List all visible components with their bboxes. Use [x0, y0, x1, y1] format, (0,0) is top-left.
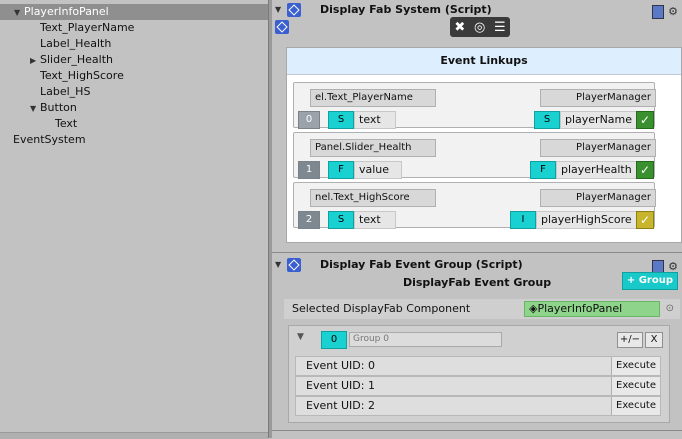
hierarchy-item-label: Text_PlayerName — [40, 21, 135, 34]
selected-component-value: PlayerInfoPanel — [537, 302, 623, 315]
hierarchy-item-label: Slider_Health — [40, 53, 113, 66]
linkup-source: Panel.Slider_Health — [310, 139, 436, 157]
source-type-badge[interactable]: F — [328, 161, 354, 179]
linkup-row: el.Text_PlayerName PlayerManager 0 S tex… — [293, 82, 656, 129]
source-field[interactable]: text — [354, 111, 396, 129]
linkup-target: PlayerManager — [540, 139, 656, 157]
hierarchy-item-label-health[interactable]: Label_Health — [40, 36, 111, 52]
expand-icon[interactable]: ▼ — [0, 5, 24, 21]
collapse-icon[interactable]: ▶ — [30, 53, 40, 69]
fold-icon[interactable]: ▼ — [275, 256, 281, 274]
selected-component-field[interactable]: ◈PlayerInfoPanel — [524, 301, 660, 317]
status-warning-icon: ✓ — [636, 211, 654, 229]
close-group-button[interactable]: X — [645, 332, 663, 348]
hierarchy-panel: ▼ PlayerInfoPanel Text_PlayerName Label_H… — [0, 0, 268, 439]
header-icons: ⚙ — [652, 3, 678, 21]
inspector-panel: ▼ Display Fab System (Script) ⚙ ✖ ◎ ☰ Ev… — [272, 0, 682, 438]
script-icon — [287, 258, 301, 272]
target-icon[interactable]: ◎ — [474, 20, 485, 35]
hierarchy-item-label: Label_HS — [40, 85, 91, 98]
target-type-badge[interactable]: S — [534, 111, 560, 129]
target-field[interactable]: playerName — [560, 111, 638, 129]
event-row: Event UID: 1 Execute — [295, 376, 661, 396]
source-type-badge[interactable]: S — [328, 211, 354, 229]
group-index-badge: 0 — [321, 331, 347, 349]
event-label: Event UID: 2 — [306, 399, 375, 412]
event-label: Event UID: 1 — [306, 379, 375, 392]
hierarchy-item-slider-health[interactable]: ▶ Slider_Health — [30, 52, 113, 68]
hierarchy-item-button[interactable]: ▼ Button — [30, 100, 77, 116]
hierarchy-item-label: Label_Health — [40, 37, 112, 50]
target-type-badge[interactable]: F — [530, 161, 556, 179]
linkup-index: 2 — [298, 211, 320, 229]
hierarchy-item-label: Text — [55, 117, 78, 130]
event-row: Event UID: 2 Execute — [295, 396, 661, 416]
component-divider — [272, 430, 682, 431]
target-field[interactable]: playerHighScore — [536, 211, 638, 229]
execute-button[interactable]: Execute — [611, 357, 660, 375]
linkup-target: PlayerManager — [540, 189, 656, 207]
linkup-row: Panel.Slider_Health PlayerManager 1 F va… — [293, 132, 656, 179]
hierarchy-item-label: Text_HighScore — [40, 69, 124, 82]
group-name-input[interactable]: Group 0 — [349, 332, 502, 347]
gear-icon[interactable]: ⚙ — [668, 5, 678, 18]
status-ok-icon: ✓ — [636, 111, 654, 129]
source-type-badge[interactable]: S — [328, 111, 354, 129]
execute-button[interactable]: Execute — [611, 377, 660, 395]
panel-title: Event Linkups — [287, 48, 681, 75]
event-linkups-panel: Event Linkups el.Text_PlayerName PlayerM… — [286, 47, 682, 243]
hierarchy-item-label-hs[interactable]: Label_HS — [40, 84, 90, 100]
hierarchy-item-text-highscore[interactable]: Text_HighScore — [40, 68, 124, 84]
event-row: Event UID: 0 Execute — [295, 356, 661, 376]
group-component-header[interactable]: ▼ Display Fab Event Group (Script) ⚙ — [272, 256, 682, 274]
hierarchy-item-text-playername[interactable]: Text_PlayerName — [40, 20, 134, 36]
group-fold-icon[interactable]: ▼ — [297, 332, 304, 342]
linkup-index: 0 — [298, 111, 320, 129]
fold-icon[interactable]: ▼ — [275, 1, 281, 19]
linkup-index: 1 — [298, 161, 320, 179]
linkup-source: el.Text_PlayerName — [310, 89, 436, 107]
object-picker-icon[interactable]: ⊙ — [666, 299, 674, 319]
add-remove-button[interactable]: +/− — [617, 332, 643, 348]
status-ok-icon: ✓ — [636, 161, 654, 179]
selected-component-label: Selected DisplayFab Component — [292, 302, 471, 315]
linkup-source: nel.Text_HighScore — [310, 189, 436, 207]
linkup-target: PlayerManager — [540, 89, 656, 107]
component-divider — [272, 252, 682, 253]
hierarchy-item-label: PlayerInfoPanel — [24, 5, 109, 18]
hierarchy-item-playerinfopanel[interactable]: ▼ PlayerInfoPanel — [0, 4, 268, 20]
event-group-box: ▼ 0 Group 0 +/− X Event UID: 0 Execute E… — [288, 325, 670, 423]
component-title: Display Fab Event Group (Script) — [320, 258, 523, 271]
linkup-row: nel.Text_HighScore PlayerManager 2 S tex… — [293, 182, 656, 229]
event-label: Event UID: 0 — [306, 359, 375, 372]
database-icon[interactable]: ☰ — [494, 20, 506, 35]
help-book-icon[interactable] — [652, 5, 665, 19]
script-icon — [275, 20, 289, 34]
group-subtitle: DisplayFab Event Group — [402, 276, 552, 289]
hierarchy-item-label: Button — [40, 101, 77, 114]
hierarchy-item-eventsystem[interactable]: EventSystem — [13, 132, 86, 148]
tools-icon[interactable]: ✖ — [454, 20, 465, 35]
source-field[interactable]: text — [354, 211, 396, 229]
execute-button[interactable]: Execute — [611, 397, 660, 415]
source-field[interactable]: value — [354, 161, 402, 179]
target-type-badge[interactable]: I — [510, 211, 536, 229]
hierarchy-item-text[interactable]: Text — [55, 116, 77, 132]
selected-component-row: Selected DisplayFab Component ◈PlayerInf… — [284, 299, 680, 319]
target-field[interactable]: playerHealth — [556, 161, 638, 179]
add-group-button[interactable]: + Group — [621, 272, 678, 290]
hierarchy-item-label: EventSystem — [13, 133, 86, 146]
system-toolbar: ✖ ◎ ☰ — [450, 17, 510, 37]
expand-icon[interactable]: ▼ — [30, 101, 40, 117]
script-icon — [287, 3, 301, 17]
